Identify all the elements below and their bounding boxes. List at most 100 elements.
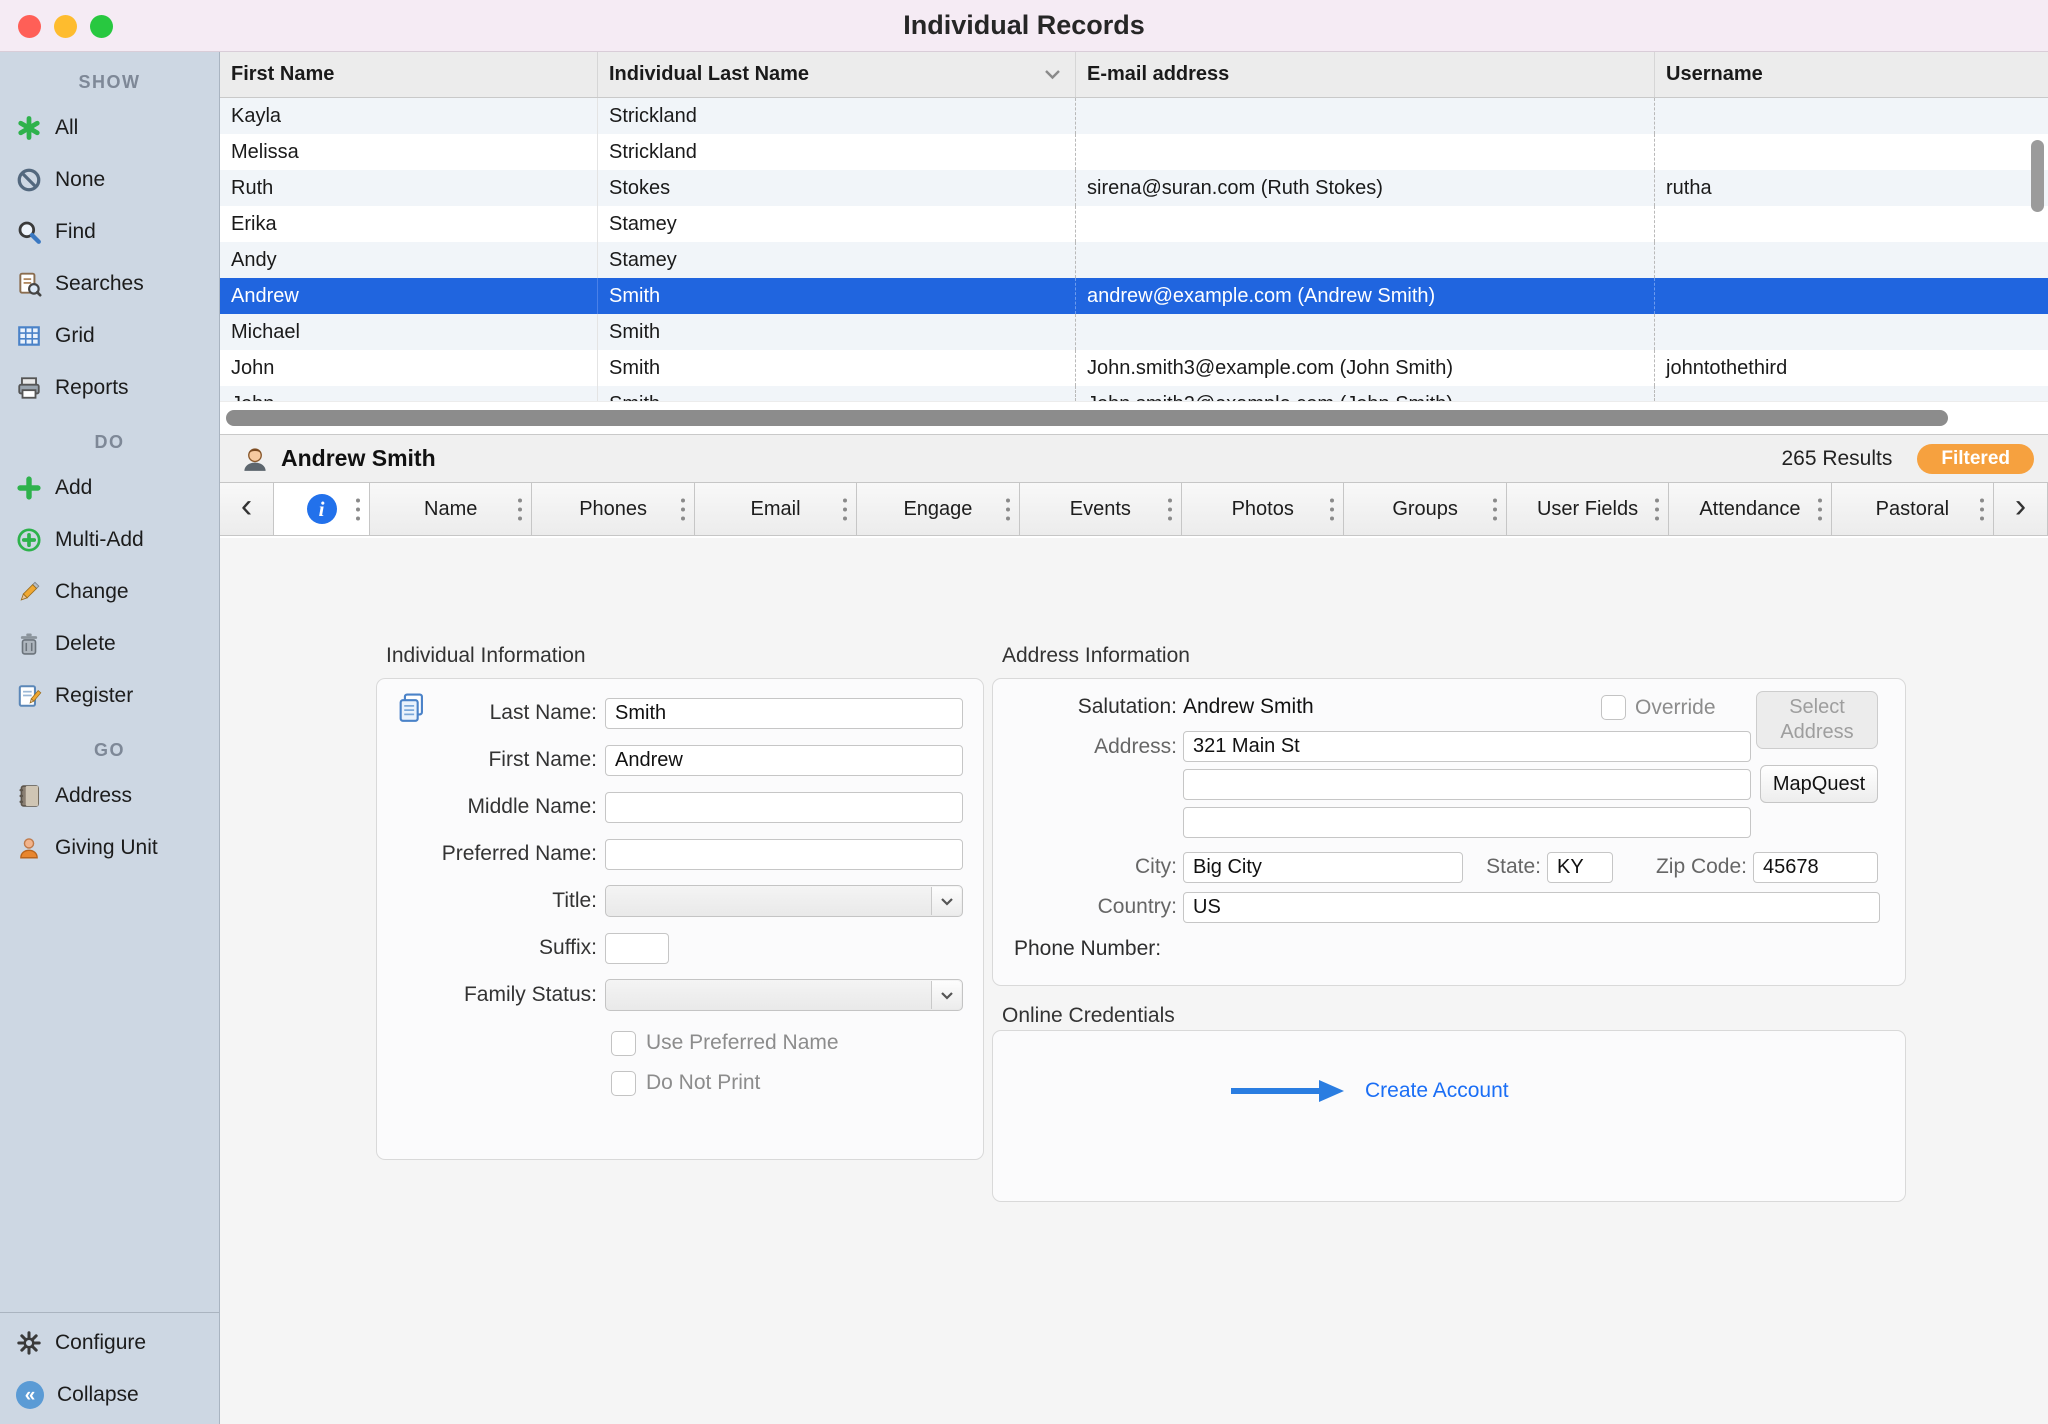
sidebar-item-change[interactable]: Change <box>0 566 219 618</box>
tab-engage[interactable]: Engage <box>857 483 1019 535</box>
title-select[interactable] <box>605 885 963 917</box>
sidebar-item-register[interactable]: Register <box>0 670 219 722</box>
table-row[interactable]: Andy Stamey <box>220 242 2048 278</box>
do-not-print-checkbox[interactable] <box>611 1071 636 1096</box>
cell-email: andrew@example.com (Andrew Smith) <box>1075 278 1654 314</box>
tab-pastoral[interactable]: Pastoral <box>1832 483 1994 535</box>
tab-menu-dots-icon[interactable] <box>1168 496 1172 523</box>
table-row[interactable]: Kayla Strickland <box>220 98 2048 134</box>
tab-menu-dots-icon[interactable] <box>843 496 847 523</box>
tab-info-selected[interactable]: i <box>274 483 370 535</box>
filtered-badge[interactable]: Filtered <box>1917 444 2034 474</box>
tab-menu-dots-icon[interactable] <box>1655 496 1659 523</box>
tab-menu-dots-icon[interactable] <box>1818 496 1822 523</box>
middle-name-input[interactable] <box>605 792 963 823</box>
column-header-email[interactable]: E-mail address <box>1075 52 1654 97</box>
table-row[interactable]: John Smith John.smith3@example.com (John… <box>220 350 2048 386</box>
tab-menu-dots-icon[interactable] <box>1330 496 1334 523</box>
column-header-first-name[interactable]: First Name <box>220 52 597 97</box>
phone-number-label: Phone Number: <box>1014 937 1161 961</box>
preferred-name-input[interactable] <box>605 839 963 870</box>
sidebar-item-searches[interactable]: Searches <box>0 258 219 310</box>
sidebar-item-add[interactable]: Add <box>0 462 219 514</box>
column-header-username[interactable]: Username <box>1654 52 2048 97</box>
override-checkbox[interactable] <box>1601 695 1626 720</box>
tab-menu-dots-icon[interactable] <box>1980 496 1984 523</box>
column-label: Username <box>1666 63 1763 86</box>
tab-label: Events <box>1070 498 1131 521</box>
sidebar-item-delete[interactable]: Delete <box>0 618 219 670</box>
column-header-last-name[interactable]: Individual Last Name <box>597 52 1075 97</box>
cell-last-name: Smith <box>597 386 1075 401</box>
sidebar-item-none[interactable]: None <box>0 154 219 206</box>
sidebar-item-find[interactable]: Find <box>0 206 219 258</box>
tabs-scroll-right-button[interactable]: › <box>1994 483 2048 535</box>
tabs-scroll-left-button[interactable]: ‹ <box>220 483 274 535</box>
tab-photos[interactable]: Photos <box>1182 483 1344 535</box>
table-row-selected[interactable]: Andrew Smith andrew@example.com (Andrew … <box>220 278 2048 314</box>
country-input[interactable] <box>1183 892 1880 923</box>
close-window-button[interactable] <box>18 15 41 38</box>
tab-menu-dots-icon[interactable] <box>518 496 522 523</box>
suffix-input[interactable] <box>605 933 669 964</box>
vertical-scrollbar[interactable] <box>2031 140 2044 212</box>
address-line2-input[interactable] <box>1183 769 1751 800</box>
cell-email: John.smith3@example.com (John Smith) <box>1075 350 1654 386</box>
state-input[interactable] <box>1547 852 1613 883</box>
sidebar-item-collapse[interactable]: « Collapse <box>0 1369 219 1421</box>
address-line1-input[interactable] <box>1183 731 1751 762</box>
country-label: Country: <box>993 895 1177 919</box>
cell-last-name: Smith <box>597 314 1075 350</box>
tab-events[interactable]: Events <box>1020 483 1182 535</box>
table-row[interactable]: Michael Smith <box>220 314 2048 350</box>
sidebar-item-all[interactable]: All <box>0 102 219 154</box>
create-account-link[interactable]: Create Account <box>1365 1078 1509 1104</box>
tab-menu-dots-icon[interactable] <box>1493 496 1497 523</box>
tab-attendance[interactable]: Attendance <box>1669 483 1831 535</box>
tab-groups[interactable]: Groups <box>1344 483 1506 535</box>
zip-code-input[interactable] <box>1753 852 1878 883</box>
select-address-button[interactable]: Select Address <box>1756 691 1878 749</box>
last-name-input[interactable] <box>605 698 963 729</box>
mapquest-button[interactable]: MapQuest <box>1760 765 1878 803</box>
sidebar-item-grid[interactable]: Grid <box>0 310 219 362</box>
horizontal-scrollbar-track[interactable] <box>220 401 2048 434</box>
cell-username <box>1654 98 2048 134</box>
sidebar-item-reports[interactable]: Reports <box>0 362 219 414</box>
tab-name[interactable]: Name <box>370 483 532 535</box>
tab-menu-dots-icon[interactable] <box>356 496 360 523</box>
table-row[interactable]: Erika Stamey <box>220 206 2048 242</box>
city-label: City: <box>993 855 1177 879</box>
cell-username <box>1654 242 2048 278</box>
city-input[interactable] <box>1183 852 1463 883</box>
tab-menu-dots-icon[interactable] <box>681 496 685 523</box>
table-row-partial[interactable]: John Smith John.smith2@example.com (John… <box>220 386 2048 401</box>
sidebar-item-giving-unit[interactable]: Giving Unit <box>0 822 219 874</box>
tab-email[interactable]: Email <box>695 483 857 535</box>
tab-user-fields[interactable]: User Fields <box>1507 483 1669 535</box>
cell-first-name: John <box>220 386 597 401</box>
copy-icon[interactable] <box>395 691 429 725</box>
table-row[interactable]: Ruth Stokes sirena@suran.com (Ruth Stoke… <box>220 170 2048 206</box>
tab-phones[interactable]: Phones <box>532 483 694 535</box>
first-name-input[interactable] <box>605 745 963 776</box>
sidebar-item-configure[interactable]: Configure <box>0 1317 219 1369</box>
override-checkbox-label: Override <box>1635 696 1716 720</box>
zoom-window-button[interactable] <box>90 15 113 38</box>
cell-email <box>1075 206 1654 242</box>
sidebar-item-multi-add[interactable]: Multi-Add <box>0 514 219 566</box>
tab-menu-dots-icon[interactable] <box>1006 496 1010 523</box>
use-preferred-name-checkbox[interactable] <box>611 1031 636 1056</box>
sort-chevron-down-icon <box>1044 69 1061 80</box>
window-title: Individual Records <box>903 10 1145 41</box>
online-credentials-title: Online Credentials <box>1002 1004 1175 1028</box>
horizontal-scrollbar-thumb[interactable] <box>226 410 1948 426</box>
cell-last-name: Stamey <box>597 206 1075 242</box>
minimize-window-button[interactable] <box>54 15 77 38</box>
family-status-select[interactable] <box>605 979 963 1011</box>
address-line3-input[interactable] <box>1183 807 1751 838</box>
sidebar-item-address[interactable]: Address <box>0 770 219 822</box>
individual-info-box: Last Name: First Name: Middle Name: Pref… <box>376 678 984 1160</box>
table-row[interactable]: Melissa Strickland <box>220 134 2048 170</box>
address-book-icon <box>16 783 42 809</box>
